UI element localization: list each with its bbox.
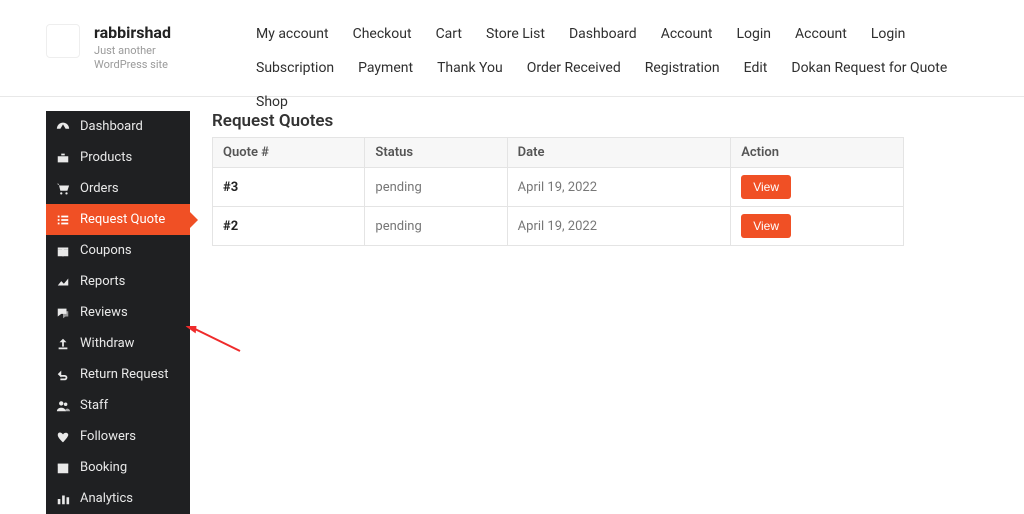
site-title: rabbirshad [94,23,204,42]
col-quote-id: Quote # [213,138,365,168]
topnav-shop[interactable]: Shop [256,94,288,110]
site-tagline: Just another WordPress site [94,44,204,73]
sidebar-item-label: Coupons [80,243,180,258]
sidebar-item-label: Staff [80,398,180,413]
quotes-table: Quote # Status Date Action #3pendingApri… [212,137,904,246]
site-header: rabbirshad Just another WordPress site M… [0,0,1024,97]
topnav-account[interactable]: Account [661,26,713,42]
col-action: Action [731,138,904,168]
gift-icon [56,244,70,258]
cell-action: View [731,168,904,207]
cell-quote-id: #2 [213,207,365,246]
page-title: Request Quotes [212,111,1004,131]
sidebar-item-label: Products [80,150,180,165]
cell-status: pending [365,207,507,246]
topnav-my-account[interactable]: My account [256,26,329,42]
main-area: Dashboard Products Orders Request Quote Coup… [0,97,1024,514]
sidebar-item-reports[interactable]: Reports [46,266,190,297]
bar-chart-icon [56,492,70,506]
sidebar-item-analytics[interactable]: Analytics [46,483,190,514]
sidebar-item-label: Followers [80,429,180,444]
topnav-thank-you[interactable]: Thank You [437,60,503,76]
users-icon [56,399,70,413]
topnav-order-received[interactable]: Order Received [527,60,621,76]
topnav-payment[interactable]: Payment [358,60,413,76]
sidebar-item-label: Orders [80,181,180,196]
upload-icon [56,337,70,351]
briefcase-icon [56,151,70,165]
col-date: Date [507,138,731,168]
sidebar-item-label: Request Quote [80,212,180,227]
chart-line-icon [56,275,70,289]
sidebar-item-orders[interactable]: Orders [46,173,190,204]
topnav-account[interactable]: Account [795,26,847,42]
sidebar-item-withdraw[interactable]: Withdraw [46,328,190,359]
list-icon [56,213,70,227]
cell-quote-id: #3 [213,168,365,207]
cell-status: pending [365,168,507,207]
topnav-edit[interactable]: Edit [744,60,768,76]
sidebar-item-products[interactable]: Products [46,142,190,173]
sidebar-item-followers[interactable]: Followers [46,421,190,452]
cell-date: April 19, 2022 [507,207,731,246]
cart-icon [56,182,70,196]
sidebar-item-dashboard[interactable]: Dashboard [46,111,190,142]
undo-icon [56,368,70,382]
content-area: Request Quotes Quote # Status Date Actio… [190,111,1004,514]
top-nav: My account Checkout Cart Store List Dashboar… [244,10,964,122]
table-row: #3pendingApril 19, 2022 View [213,168,904,207]
topnav-store-list[interactable]: Store List [486,26,545,42]
vendor-sidebar: Dashboard Products Orders Request Quote Coup… [46,111,190,514]
topnav-subscription[interactable]: Subscription [256,60,334,76]
topnav-login[interactable]: Login [737,26,772,42]
sidebar-item-label: Return Request [80,367,180,382]
site-brand: rabbirshad Just another WordPress site [94,23,204,73]
sidebar-item-label: Withdraw [80,336,180,351]
col-status: Status [365,138,507,168]
sidebar-item-label: Analytics [80,491,180,506]
view-button[interactable]: View [741,175,791,199]
topnav-login[interactable]: Login [871,26,906,42]
comments-icon [56,306,70,320]
topnav-registration[interactable]: Registration [645,60,720,76]
cell-date: April 19, 2022 [507,168,731,207]
topnav-dashboard[interactable]: Dashboard [569,26,637,42]
sidebar-item-label: Booking [80,460,180,475]
gauge-icon [56,120,70,134]
menu-toggle-button[interactable] [46,24,80,58]
calendar-icon [56,461,70,475]
sidebar-item-label: Reviews [80,305,180,320]
heart-icon [56,430,70,444]
sidebar-item-booking[interactable]: Booking [46,452,190,483]
topnav-cart[interactable]: Cart [436,26,462,42]
sidebar-item-request-quote[interactable]: Request Quote [46,204,190,235]
cell-action: View [731,207,904,246]
topnav-dokan-request-for-quote[interactable]: Dokan Request for Quote [791,60,947,76]
sidebar-item-label: Dashboard [80,119,180,134]
topnav-checkout[interactable]: Checkout [353,26,412,42]
table-row: #2pendingApril 19, 2022 View [213,207,904,246]
sidebar-item-label: Reports [80,274,180,289]
sidebar-item-reviews[interactable]: Reviews [46,297,190,328]
sidebar-item-coupons[interactable]: Coupons [46,235,190,266]
sidebar-item-return-request[interactable]: Return Request [46,359,190,390]
sidebar-item-staff[interactable]: Staff [46,390,190,421]
view-button[interactable]: View [741,214,791,238]
